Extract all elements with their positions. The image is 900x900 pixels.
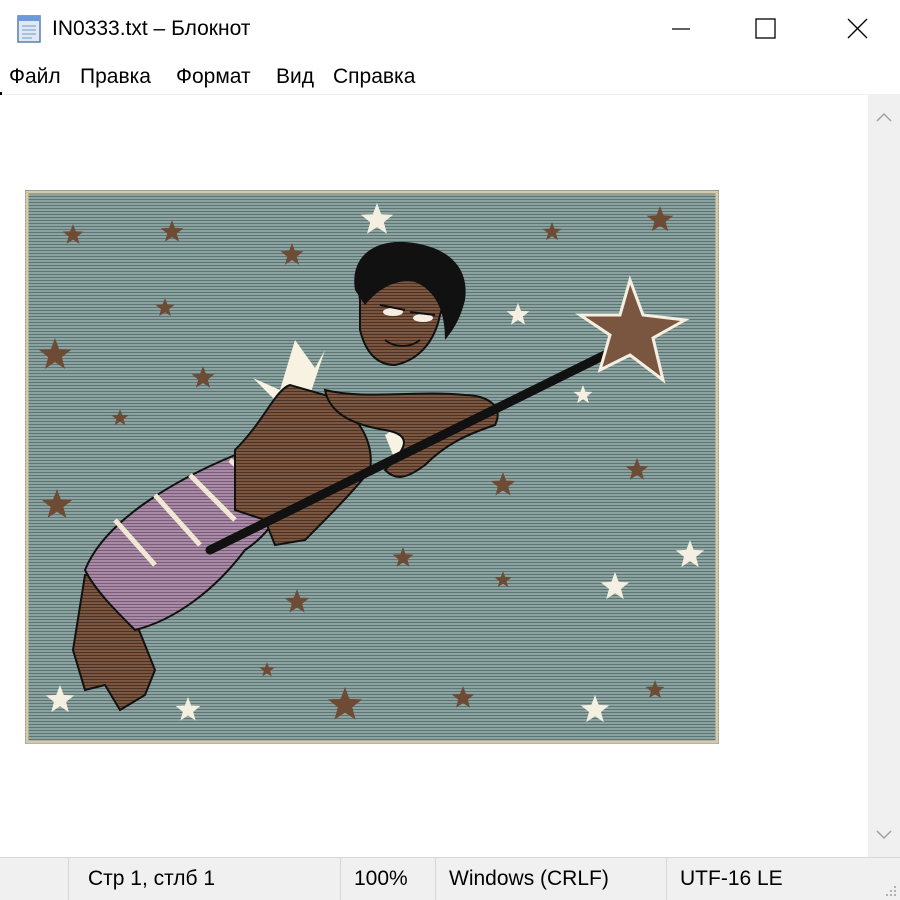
status-zoom: 100% <box>354 867 408 890</box>
minimize-button[interactable] <box>632 0 722 58</box>
menu-format[interactable]: Формат <box>176 65 251 89</box>
maximize-button[interactable] <box>722 0 812 58</box>
status-line-ending: Windows (CRLF) <box>449 867 609 890</box>
ascii-art-image <box>25 190 719 744</box>
vertical-scrollbar[interactable] <box>868 95 900 857</box>
title-bar[interactable]: IN0333.txt – Блокнот <box>0 0 900 58</box>
close-button[interactable] <box>812 0 900 58</box>
status-encoding: UTF-16 LE <box>680 867 783 890</box>
status-bar: Стр 1, стлб 1 100% Windows (CRLF) UTF-16… <box>0 857 900 900</box>
notepad-icon <box>17 15 41 43</box>
window-title: IN0333.txt – Блокнот <box>52 17 251 40</box>
scroll-up-icon[interactable] <box>868 99 900 133</box>
menu-file[interactable]: Файл <box>9 65 61 89</box>
maximize-icon <box>755 18 776 39</box>
menu-view[interactable]: Вид <box>276 65 314 89</box>
menu-bar: Файл Правка Формат Вид Справка <box>0 60 900 94</box>
scroll-down-icon[interactable] <box>868 819 900 853</box>
close-icon <box>847 18 868 39</box>
resize-grip-icon[interactable] <box>882 882 898 898</box>
menu-help[interactable]: Справка <box>333 65 415 89</box>
status-position: Стр 1, стлб 1 <box>88 867 216 890</box>
minimize-icon <box>672 28 690 30</box>
menu-edit[interactable]: Правка <box>80 65 151 89</box>
